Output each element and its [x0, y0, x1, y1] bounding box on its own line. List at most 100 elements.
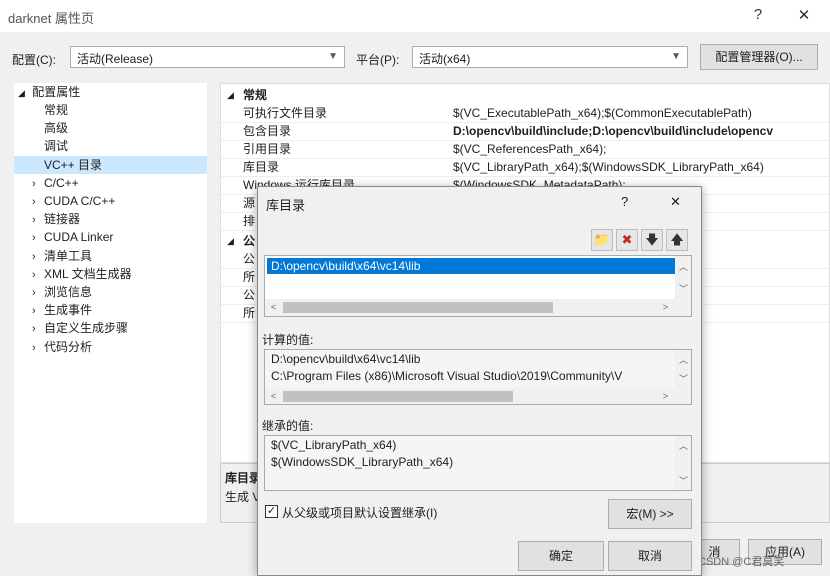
property-row[interactable]: 包含目录 D:\opencv\build\include;D:\opencv\bu…: [221, 122, 829, 141]
edit-list-vscroll[interactable]: ︿ ﹀: [675, 256, 691, 301]
list-item[interactable]: D:\opencv\build\x64\vc14\lib: [267, 258, 677, 274]
tree-item[interactable]: › XML 文档生成器: [14, 265, 132, 283]
ok-button[interactable]: 确定: [518, 541, 604, 571]
tree-item-label: VC++ 目录: [44, 157, 103, 172]
evaluated-label: 计算的值:: [262, 333, 314, 347]
tree-item-label: XML 文档生成器: [44, 266, 132, 281]
tree-root[interactable]: ◢ 配置属性: [18, 83, 80, 101]
property-row[interactable]: 可执行文件目录 $(VC_ExecutablePath_x64);$(Common…: [221, 104, 829, 123]
property-name: 公: [243, 288, 256, 302]
tree-item[interactable]: 调试: [14, 137, 68, 155]
scroll-thumb[interactable]: [283, 302, 553, 313]
scroll-left-icon[interactable]: <: [265, 391, 282, 401]
config-combo[interactable]: 活动(Release) ▼: [70, 46, 345, 68]
edit-list[interactable]: D:\opencv\build\x64\vc14\lib ︿ ﹀ < >: [264, 255, 692, 317]
list-item: $(WindowsSDK_LibraryPath_x64): [271, 455, 454, 469]
scroll-up-icon[interactable]: ︿: [675, 260, 691, 273]
scroll-up-icon[interactable]: ︿: [675, 439, 691, 452]
property-name: 引用目录: [243, 142, 292, 156]
tree-item[interactable]: › CUDA C/C++: [14, 192, 115, 210]
move-up-icon[interactable]: 🡅: [666, 229, 688, 251]
category-general[interactable]: ◢ 常规: [221, 86, 829, 104]
window-title: darknet 属性页: [8, 11, 94, 26]
property-value: D:\opencv\build\include;D:\opencv\build\…: [453, 124, 774, 138]
edit-list-hscroll[interactable]: < >: [265, 299, 691, 316]
tree-item-label: 清单工具: [44, 248, 93, 263]
property-value: $(VC_ExecutablePath_x64);$(CommonExecuta…: [453, 106, 752, 120]
scroll-right-icon[interactable]: >: [657, 391, 674, 401]
tree-item-label: CUDA Linker: [44, 230, 114, 245]
scroll-down-icon[interactable]: ﹀: [675, 372, 691, 385]
tree-item[interactable]: VC++ 目录: [14, 155, 207, 174]
dialog-title: 库目录: [266, 198, 306, 213]
scroll-right-icon[interactable]: >: [657, 302, 674, 312]
tree-item[interactable]: 高级: [14, 119, 68, 137]
chevron-right-icon: ›: [32, 232, 36, 245]
tree-item[interactable]: › 代码分析: [14, 338, 92, 356]
tree-item-label: 链接器: [44, 212, 81, 227]
tree-item-label: 代码分析: [44, 339, 93, 354]
tree-item[interactable]: › CUDA Linker: [14, 228, 113, 246]
title-bar: darknet 属性页 ? ✕: [0, 0, 830, 32]
property-name: 公: [243, 252, 256, 266]
property-tree: ◢ 配置属性 常规 高级 调试 VC++ 目录 › C/C++ › CUDA C/C++ › 链接…: [14, 83, 207, 523]
scroll-down-icon[interactable]: ﹀: [675, 474, 691, 487]
tree-item[interactable]: › C/C++: [14, 174, 79, 192]
checkmark-icon: ✓: [266, 505, 277, 517]
expanded-triangle-icon: ◢: [18, 88, 25, 98]
inherited-vscroll[interactable]: ︿ ﹀: [675, 436, 691, 490]
chevron-right-icon: ›: [32, 341, 36, 354]
tree-item-label: 浏览信息: [44, 285, 93, 299]
chevron-right-icon: ›: [32, 250, 36, 263]
inherit-checkbox[interactable]: ✓: [265, 505, 278, 518]
scroll-thumb[interactable]: [283, 391, 513, 402]
category-public-label: 公: [243, 234, 256, 248]
new-line-icon[interactable]: 📁: [591, 229, 613, 251]
scroll-down-icon[interactable]: ﹀: [675, 282, 691, 295]
config-manager-button[interactable]: 配置管理器(O)...: [700, 44, 818, 70]
evaluated-vscroll[interactable]: ︿ ﹀: [675, 350, 691, 388]
delete-icon[interactable]: ✖: [616, 229, 638, 251]
platform-combo[interactable]: 活动(x64) ▼: [412, 46, 688, 68]
help-button[interactable]: ?: [746, 6, 770, 23]
evaluated-list: D:\opencv\build\x64\vc14\lib C:\Program F…: [264, 349, 692, 405]
category-general-label: 常规: [243, 88, 268, 102]
tree-root-label: 配置属性: [32, 85, 81, 99]
scroll-left-icon[interactable]: <: [265, 302, 282, 312]
config-value: 活动(Release): [77, 52, 154, 66]
tree-item-label: 调试: [44, 139, 69, 154]
dialog-close-button[interactable]: ✕: [670, 194, 681, 210]
macro-button[interactable]: 宏(M) >>: [608, 499, 692, 529]
evaluated-hscroll[interactable]: < >: [265, 388, 691, 404]
property-name: 可执行文件目录: [243, 106, 328, 120]
cancel-button[interactable]: 取消: [608, 541, 692, 571]
tree-item[interactable]: › 生成事件: [14, 301, 92, 319]
property-row[interactable]: 引用目录 $(VC_ReferencesPath_x64);: [221, 140, 829, 159]
property-name: 库目录: [243, 160, 280, 174]
tree-item[interactable]: 常规: [14, 101, 68, 119]
inherit-checkbox-label[interactable]: 从父级或项目默认设置继承(I): [282, 504, 437, 521]
tree-item[interactable]: › 自定义生成步骤: [14, 319, 128, 337]
chevron-down-icon: ▼: [671, 51, 681, 62]
property-value: $(VC_LibraryPath_x64);$(WindowsSDK_Libra…: [453, 160, 764, 174]
tree-item-label: 自定义生成步骤: [44, 321, 129, 336]
tree-item[interactable]: › 链接器: [14, 210, 80, 228]
close-button[interactable]: ✕: [792, 6, 816, 24]
tree-item[interactable]: › 清单工具: [14, 247, 92, 265]
property-name: 排: [243, 214, 256, 228]
description-text: 生成 V: [225, 490, 261, 504]
chevron-down-icon: ▼: [328, 51, 338, 62]
inherited-list: $(VC_LibraryPath_x64) $(WindowsSDK_Librar…: [264, 435, 692, 491]
move-down-icon[interactable]: 🡇: [641, 229, 663, 251]
dialog-help-button[interactable]: ?: [621, 194, 628, 209]
property-name: 源: [243, 196, 256, 210]
chevron-right-icon: ›: [32, 287, 36, 299]
property-value: $(VC_ReferencesPath_x64);: [453, 142, 607, 156]
tree-item[interactable]: › 浏览信息: [14, 283, 92, 301]
platform-label: 平台(P):: [356, 53, 400, 67]
config-label: 配置(C):: [12, 53, 56, 67]
expanded-triangle-icon: ◢: [227, 90, 234, 100]
chevron-right-icon: ›: [32, 268, 36, 281]
property-row[interactable]: 库目录 $(VC_LibraryPath_x64);$(WindowsSDK_Li…: [221, 158, 829, 177]
scroll-up-icon[interactable]: ︿: [675, 353, 691, 366]
